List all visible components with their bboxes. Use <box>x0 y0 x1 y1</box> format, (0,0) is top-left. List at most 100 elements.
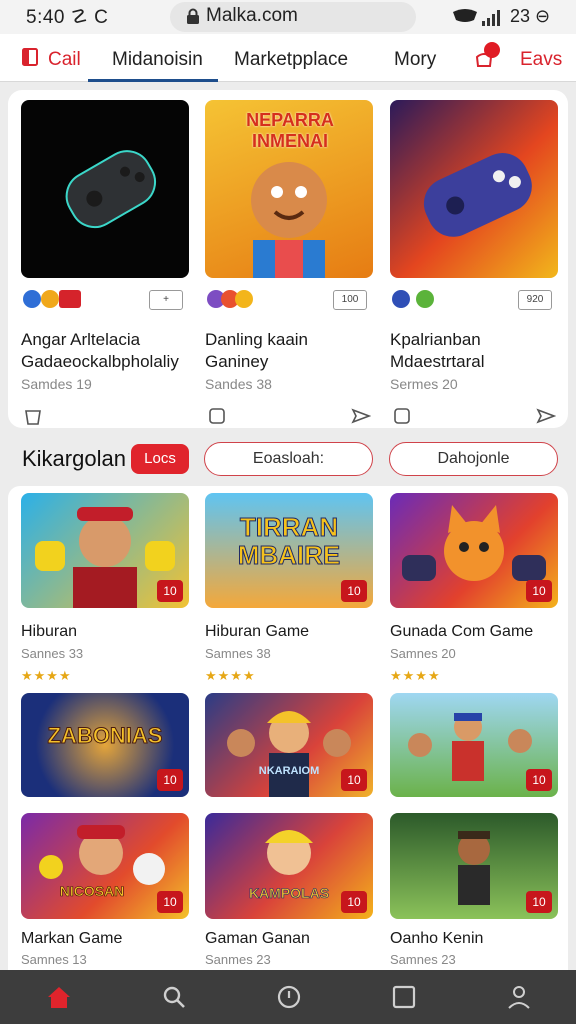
count-badge: 10 <box>526 769 552 791</box>
nav-search[interactable] <box>115 970 230 1024</box>
battery-text: 23 ⊖ <box>510 6 551 26</box>
square-icon[interactable] <box>392 407 412 425</box>
game-thumbnail[interactable]: 10 <box>390 813 558 919</box>
game-thumbnail[interactable]: 10 <box>390 693 558 797</box>
app-icon <box>23 290 41 308</box>
tab-home[interactable]: Cail <box>48 49 81 71</box>
game-thumbnail[interactable]: 10 <box>390 493 558 608</box>
game-grid: 10 Hiburan Sannes 33 ★★★★ TIRRAN MBAIRE … <box>8 486 568 970</box>
controller-image <box>423 153 532 237</box>
card-title[interactable]: Angar Arltelacia <box>21 330 140 350</box>
game-item[interactable]: TIRRAN MBAIRE 10 Hiburan Game Samnes 38 … <box>205 493 373 683</box>
status-time: 5:40 ☡ C <box>26 7 109 28</box>
game-item[interactable]: KAMPOLAS 10 Gaman Ganan Sanmes 23 <box>205 813 373 968</box>
game-title[interactable]: Hiburan Game <box>205 623 309 641</box>
featured-card[interactable]: NEPARRA INMENAI 100 Danling kaain Ganine… <box>205 100 373 430</box>
thumbnail-text: KAMPOLAS <box>248 885 330 902</box>
filter-button[interactable]: Eoasloah: <box>204 442 373 476</box>
section-header: Kikargolan Locs Eoasloah: Dahojonle <box>0 436 576 482</box>
game-meta: Samnes 13 <box>21 952 87 967</box>
count-badge: 10 <box>526 580 552 602</box>
game-meta: Sanmes 23 <box>205 952 271 967</box>
filter-button[interactable]: Dahojonle <box>389 442 558 476</box>
card-title[interactable]: Kpalrianban <box>390 330 481 350</box>
game-thumbnail[interactable]: NEPARRA INMENAI <box>205 100 373 278</box>
game-title[interactable]: Markan Game <box>21 930 122 948</box>
bottom-nav <box>0 970 576 1024</box>
featured-card[interactable]: + Angar Arltelacia Gadaeockalbpholaliy S… <box>21 100 189 430</box>
nav-profile[interactable] <box>460 970 575 1024</box>
card-meta: Sandes 38 <box>205 376 272 392</box>
lock-icon <box>187 8 199 24</box>
nav-home[interactable] <box>0 970 115 1024</box>
game-title[interactable]: Oanho Kenin <box>390 930 483 948</box>
game-item[interactable]: NKARAIOM 10 <box>205 693 373 797</box>
square-icon[interactable] <box>207 407 227 425</box>
profile-icon[interactable] <box>506 984 532 1010</box>
game-thumbnail[interactable] <box>390 100 558 278</box>
game-item[interactable]: NICOSAN 10 Markan Game Samnes 13 <box>21 813 189 968</box>
share-icon[interactable] <box>351 407 371 425</box>
game-thumbnail[interactable]: KAMPOLAS 10 <box>205 813 373 919</box>
game-title[interactable]: Hiburan <box>21 623 77 641</box>
url-text[interactable]: Malka.com <box>206 5 298 27</box>
clock-icon[interactable] <box>276 984 302 1010</box>
card-subtitle: Ganiney <box>205 352 269 371</box>
thumbnail-text: NICOSAN <box>59 883 125 900</box>
section-title: Kikargolan <box>22 446 126 471</box>
rating-stars: ★★★★ <box>21 668 72 683</box>
count-box: 920 <box>518 290 552 310</box>
app-icon <box>59 290 81 308</box>
thumbnail-text: NEPARRA INMENAI <box>246 110 334 151</box>
controller-image <box>65 150 157 229</box>
app-icon <box>392 290 410 308</box>
signal-icon <box>482 10 500 26</box>
tab-marketplace[interactable]: Marketpplace <box>234 49 348 71</box>
section-badge[interactable]: Locs <box>131 444 189 474</box>
game-meta: Sannes 33 <box>21 646 84 661</box>
card-subtitle: Mdaestrtaral <box>390 352 485 371</box>
game-meta: Samnes 23 <box>390 952 456 967</box>
game-item[interactable]: 10 Oanho Kenin Samnes 23 <box>390 813 558 968</box>
app-icon <box>235 290 253 308</box>
search-icon[interactable] <box>161 984 187 1010</box>
share-icon[interactable] <box>536 407 556 425</box>
tab-item-1[interactable]: Midanoisin <box>112 49 203 71</box>
featured-card[interactable]: 920 Kpalrianban Mdaestrtaral Sermes 20 <box>390 100 558 430</box>
card-meta: Sermes 20 <box>390 376 458 392</box>
game-item[interactable]: 10 Gunada Com Game Samnes 20 ★★★★ <box>390 493 558 683</box>
game-thumbnail[interactable] <box>21 100 189 278</box>
count-box: 100 <box>333 290 367 310</box>
bag-icon[interactable] <box>23 407 43 425</box>
game-item[interactable]: 10 Hiburan Sannes 33 ★★★★ <box>21 493 189 683</box>
tab-item-3[interactable]: Mory <box>394 49 436 71</box>
nav-library[interactable] <box>345 970 460 1024</box>
game-item[interactable]: ZABONIAS 10 <box>21 693 189 797</box>
game-item[interactable]: 10 <box>390 693 558 797</box>
featured-panel: + Angar Arltelacia Gadaeockalbpholaliy S… <box>8 90 568 428</box>
rating-stars: ★★★★ <box>205 668 256 683</box>
tab-right[interactable]: Eavs <box>520 49 562 71</box>
count-badge: 10 <box>157 580 183 602</box>
game-thumbnail[interactable]: NKARAIOM 10 <box>205 693 373 797</box>
nav-history[interactable] <box>230 970 345 1024</box>
card-subtitle: Gadaeockalbpholaliy <box>21 352 179 371</box>
book-icon[interactable] <box>22 48 40 66</box>
game-thumbnail[interactable]: NICOSAN 10 <box>21 813 189 919</box>
count-badge: 10 <box>526 891 552 913</box>
count-badge: 10 <box>157 891 183 913</box>
game-meta: Samnes 20 <box>390 646 456 661</box>
thumbnail-text: ZABONIAS <box>47 723 163 749</box>
app-icon <box>416 290 434 308</box>
count-badge: 10 <box>341 580 367 602</box>
card-badges: + <box>23 290 187 310</box>
card-title[interactable]: Danling kaain <box>205 330 308 350</box>
square-icon[interactable] <box>391 984 417 1010</box>
game-title[interactable]: Gunada Com Game <box>390 623 533 641</box>
game-thumbnail[interactable]: 10 <box>21 493 189 608</box>
game-title[interactable]: Gaman Ganan <box>205 930 310 948</box>
game-thumbnail[interactable]: ZABONIAS 10 <box>21 693 189 797</box>
rating-stars: ★★★★ <box>390 668 441 683</box>
game-thumbnail[interactable]: TIRRAN MBAIRE 10 <box>205 493 373 608</box>
home-icon[interactable] <box>46 984 72 1010</box>
